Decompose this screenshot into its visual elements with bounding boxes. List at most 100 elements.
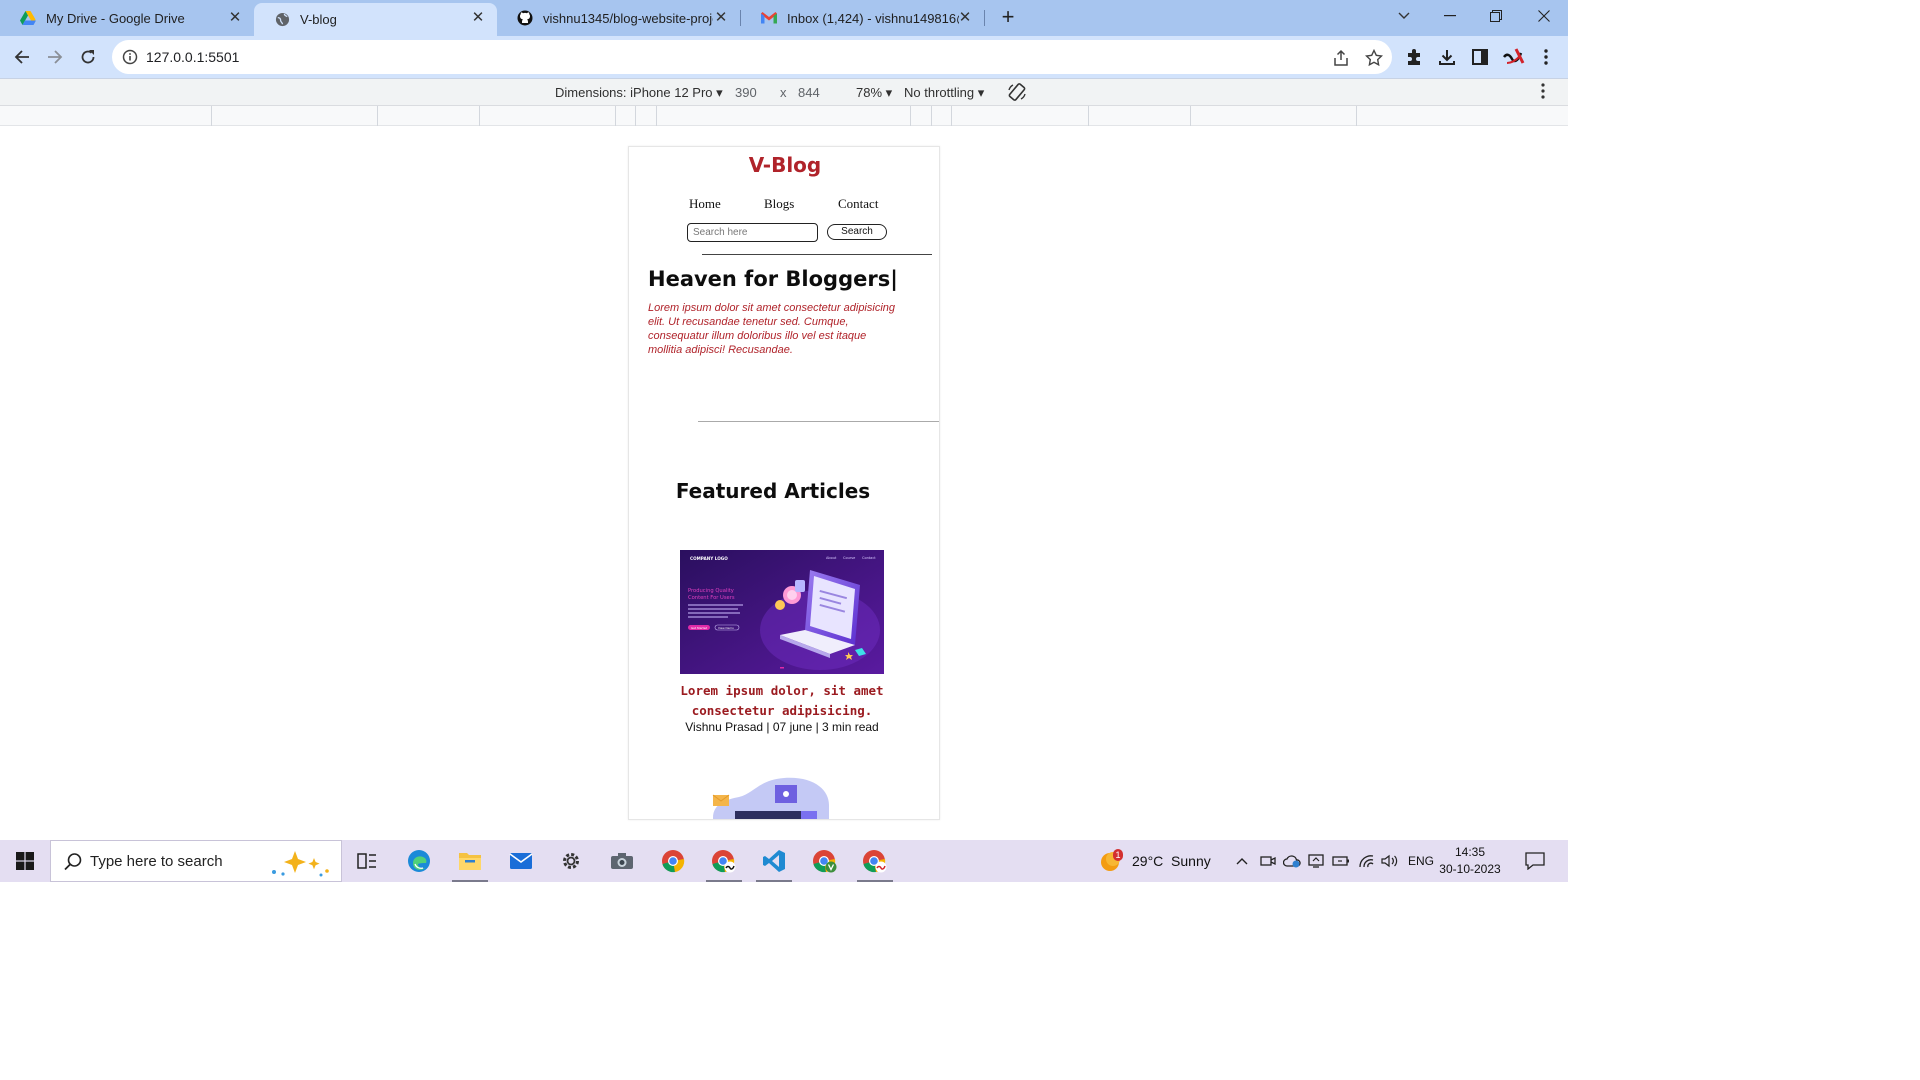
device-dimensions-select[interactable]: Dimensions: iPhone 12 Pro ▾ <box>555 85 723 101</box>
taskbar-chrome-profile-2[interactable] <box>802 840 848 882</box>
google-drive-icon <box>20 10 36 26</box>
tab-google-drive[interactable]: My Drive - Google Drive ✕ <box>0 0 254 36</box>
taskbar-mail[interactable] <box>498 840 544 882</box>
article-image[interactable] <box>709 775 859 819</box>
tab-github[interactable]: vishnu1345/blog-website-project ✕ <box>497 0 740 36</box>
onedrive-sync-icon[interactable] <box>1283 840 1301 882</box>
display-icon[interactable] <box>1308 840 1324 882</box>
hero-title: Heaven for Bloggers| <box>648 267 898 291</box>
taskbar-chrome-profile-3[interactable] <box>852 840 898 882</box>
new-tab-button[interactable]: + <box>996 6 1020 30</box>
notification-icon <box>1525 852 1545 870</box>
notifications-button[interactable] <box>1525 840 1545 882</box>
close-icon[interactable]: ✕ <box>712 9 730 27</box>
back-button[interactable] <box>9 44 35 70</box>
weather-badge: 1 <box>1113 849 1123 861</box>
system-clock[interactable]: 14:35 30-10-2023 <box>1438 844 1502 878</box>
vscode-icon <box>763 850 785 872</box>
dimension-times: x <box>780 85 787 100</box>
close-icon[interactable]: ✕ <box>956 9 974 27</box>
input-language[interactable]: ENG <box>1408 840 1434 882</box>
zoom-select[interactable]: 78% ▾ <box>856 85 892 101</box>
tab-strip: My Drive - Google Drive ✕ V-blog ✕ vishn… <box>0 0 1568 36</box>
windows-taskbar: Type here to search 1 29°C Sunny ENG 14:… <box>0 840 1568 882</box>
more-menu-icon[interactable] <box>1536 47 1556 67</box>
throttling-select[interactable]: No throttling ▾ <box>904 85 984 101</box>
close-icon[interactable]: ✕ <box>469 9 487 27</box>
github-icon <box>517 10 533 26</box>
minimize-button[interactable] <box>1427 0 1473 32</box>
active-indicator <box>857 880 893 882</box>
side-panel-icon[interactable] <box>1470 47 1490 67</box>
device-frame: V-Blog Home Blogs Contact Search here Se… <box>628 146 940 820</box>
device-height-input[interactable]: 844 <box>798 85 820 100</box>
emulated-viewport: V-Blog Home Blogs Contact Search here Se… <box>0 126 1568 840</box>
close-icon[interactable]: ✕ <box>226 9 244 27</box>
taskbar-settings[interactable] <box>548 840 594 882</box>
article-title[interactable]: Lorem ipsum dolor, sit amet consectetur … <box>669 681 895 721</box>
taskbar-chrome-profile-1[interactable] <box>701 840 747 882</box>
volume-icon[interactable] <box>1381 840 1399 882</box>
tab-v-blog[interactable]: V-blog ✕ <box>254 3 497 36</box>
rotate-icon[interactable] <box>1007 82 1027 105</box>
image-headline-1: Producing Quality <box>688 588 734 594</box>
tab-search-button[interactable] <box>1381 0 1427 32</box>
nav-link-blogs[interactable]: Blogs <box>764 196 794 212</box>
taskbar-search-box[interactable]: Type here to search <box>50 840 342 882</box>
tab-title: Inbox (1,424) - vishnu149816@gmail.com <box>787 10 959 26</box>
taskbar-edge[interactable] <box>396 840 442 882</box>
taskbar-camera[interactable] <box>599 840 645 882</box>
weather-widget[interactable]: 1 29°C Sunny <box>1100 840 1211 882</box>
chrome-icon <box>662 850 685 873</box>
active-indicator <box>452 880 488 882</box>
taskbar-chrome[interactable] <box>650 840 696 882</box>
forward-button[interactable] <box>42 44 68 70</box>
device-toolbar: Dimensions: iPhone 12 Pro ▾ 390 x 844 78… <box>0 78 1568 106</box>
extensions-icon[interactable] <box>1404 47 1424 67</box>
nav-link-contact[interactable]: Contact <box>838 196 878 212</box>
start-button[interactable] <box>0 840 50 882</box>
gmail-icon <box>761 10 777 26</box>
article-meta: Vishnu Prasad | 07 june | 3 min read <box>685 720 879 734</box>
mail-icon <box>509 853 533 869</box>
reload-button[interactable] <box>75 44 101 70</box>
caret-down-icon: ▾ <box>885 85 893 100</box>
address-bar[interactable]: 127.0.0.1:5501 <box>112 40 1392 74</box>
image-nav-about: About <box>826 556 837 560</box>
active-indicator <box>756 880 792 882</box>
device-more-icon[interactable] <box>1541 83 1545 102</box>
share-icon[interactable] <box>1332 49 1350 67</box>
folder-icon <box>459 853 481 870</box>
taskbar-vscode[interactable] <box>751 840 797 882</box>
restore-button[interactable] <box>1473 0 1519 32</box>
image-button-2: View Demo <box>718 626 734 630</box>
info-icon[interactable] <box>122 49 138 65</box>
restore-icon <box>1490 10 1502 22</box>
battery-icon[interactable] <box>1332 840 1350 882</box>
media-query-bar <box>0 106 1568 126</box>
tab-gmail[interactable]: Inbox (1,424) - vishnu149816@gmail.com ✕ <box>741 0 984 36</box>
search-input[interactable]: Search here <box>687 223 818 242</box>
wifi-icon[interactable] <box>1358 840 1374 882</box>
close-window-button[interactable] <box>1521 0 1567 32</box>
article-image[interactable]: COMPANY LOGO About Course Contact Produc… <box>680 550 884 674</box>
nav-link-home[interactable]: Home <box>689 196 721 212</box>
site-logo[interactable]: V-Blog <box>629 153 939 177</box>
chevron-down-icon <box>1398 12 1410 19</box>
download-icon[interactable] <box>1437 47 1457 67</box>
chrome-profile-icon <box>863 850 887 873</box>
windows-icon <box>16 852 34 870</box>
meet-now-icon[interactable] <box>1260 840 1276 882</box>
url-text[interactable]: 127.0.0.1:5501 <box>146 49 239 65</box>
globe-icon <box>274 12 290 28</box>
task-view-button[interactable] <box>344 840 390 882</box>
device-width-input[interactable]: 390 <box>735 85 757 100</box>
divider <box>702 254 932 255</box>
task-view-icon <box>357 853 376 869</box>
star-icon[interactable] <box>1365 49 1383 67</box>
search-button[interactable]: Search <box>827 224 887 240</box>
taskbar-search-text: Type here to search <box>90 853 223 870</box>
profile-avatar-icon[interactable] <box>1502 47 1526 67</box>
show-hidden-icons-button[interactable] <box>1236 840 1248 882</box>
taskbar-file-explorer[interactable] <box>447 840 493 882</box>
